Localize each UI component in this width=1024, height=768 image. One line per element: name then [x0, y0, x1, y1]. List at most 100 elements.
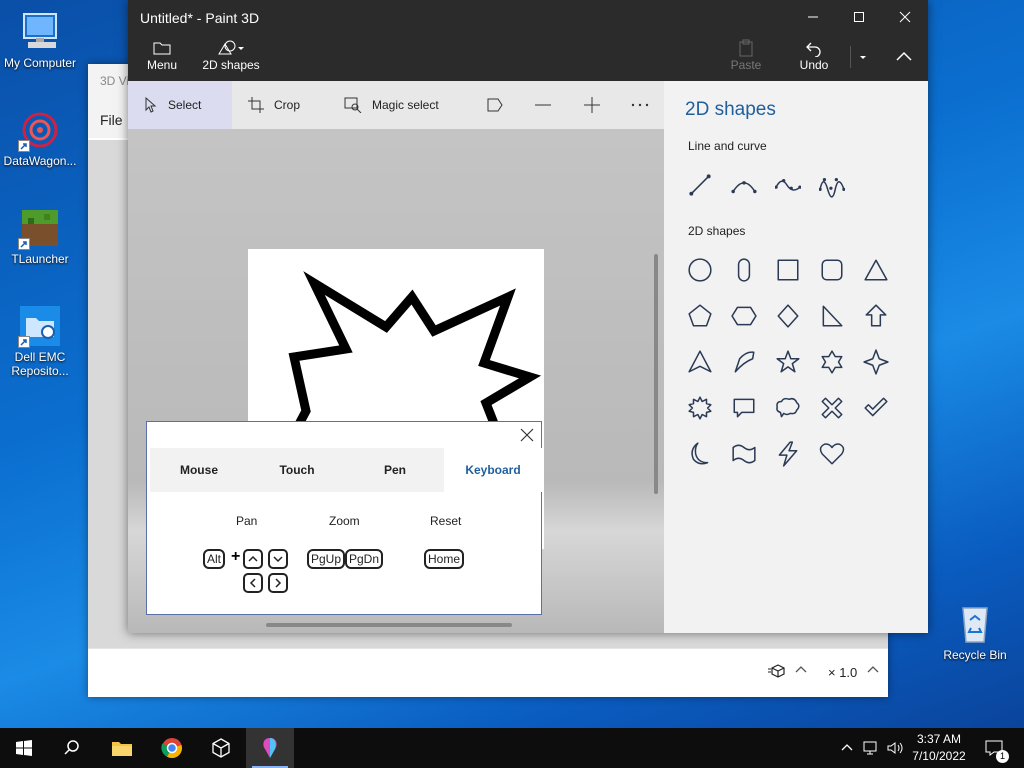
- pentagon-icon[interactable]: [682, 298, 718, 334]
- more-undo-dropdown[interactable]: [850, 46, 875, 68]
- heart-icon[interactable]: [814, 436, 850, 472]
- window-title: Untitled* - Paint 3D: [140, 10, 260, 26]
- star5-icon[interactable]: [770, 344, 806, 380]
- banner-icon[interactable]: [726, 436, 762, 472]
- tab-keyboard[interactable]: Keyboard: [444, 448, 542, 492]
- thought-bubble-icon[interactable]: [770, 390, 806, 426]
- desktop-icon-tlauncher[interactable]: TLauncher: [0, 206, 80, 266]
- star4-icon[interactable]: [858, 344, 894, 380]
- magic-select-tool[interactable]: Magic select: [344, 81, 439, 129]
- minimize-button[interactable]: [790, 0, 836, 34]
- arrow-up-icon[interactable]: [858, 298, 894, 334]
- background-window-title: 3D Vi: [100, 74, 130, 88]
- horizontal-scrollbar[interactable]: [266, 623, 512, 627]
- arrow-right-key-icon: [268, 573, 288, 593]
- triangle-icon[interactable]: [858, 252, 894, 288]
- search-button[interactable]: [48, 728, 96, 768]
- hexagon-icon[interactable]: [726, 298, 762, 334]
- crop-tool[interactable]: Crop: [248, 81, 300, 129]
- collapse-ribbon-button[interactable]: [892, 46, 916, 73]
- square-icon[interactable]: [770, 252, 806, 288]
- zoom-level: × 1.0: [828, 665, 858, 680]
- help-tabs: Mouse Touch Pen Keyboard: [150, 448, 542, 492]
- close-icon[interactable]: [517, 425, 537, 445]
- diamond-icon[interactable]: [770, 298, 806, 334]
- maximize-button[interactable]: [836, 0, 882, 34]
- section-2d-shapes: 2D shapes: [688, 224, 746, 238]
- curve-icon[interactable]: [726, 167, 762, 203]
- tab-touch[interactable]: Touch: [248, 448, 346, 492]
- datawagon-icon: [18, 108, 62, 152]
- desktop-icon-dell-emc[interactable]: Dell EMC Reposito...: [0, 304, 80, 378]
- chevron-up-icon[interactable]: [794, 663, 808, 682]
- volume-icon[interactable]: [886, 728, 904, 768]
- file-explorer-button[interactable]: [98, 728, 146, 768]
- undo-button[interactable]: Undo: [798, 38, 830, 72]
- moon-icon[interactable]: [682, 436, 718, 472]
- clock-time: 3:37 AM: [916, 732, 962, 746]
- 3d-viewer-button[interactable]: [197, 728, 245, 768]
- clock-date: 7/10/2022: [912, 749, 966, 763]
- arrow-up-key-icon: [243, 549, 263, 569]
- reset-label: Reset: [430, 514, 462, 528]
- taskbar: 3:37 AM 7/10/2022 1: [0, 728, 1024, 768]
- vertical-scrollbar[interactable]: [654, 254, 658, 494]
- x-icon[interactable]: [814, 390, 850, 426]
- star6-icon[interactable]: [814, 344, 850, 380]
- file-menu[interactable]: File: [100, 112, 123, 128]
- chrome-button[interactable]: [148, 728, 196, 768]
- undo-icon: [798, 38, 830, 58]
- chevron-triangle-icon[interactable]: [682, 344, 718, 380]
- circle-icon[interactable]: [682, 252, 718, 288]
- network-icon[interactable]: [862, 728, 880, 768]
- pill-icon[interactable]: [726, 252, 762, 288]
- menu-button[interactable]: Menu: [146, 38, 178, 72]
- s-curve-icon[interactable]: [770, 167, 806, 203]
- zoom-in-button[interactable]: [583, 81, 611, 129]
- dell-emc-folder-icon: [18, 304, 62, 348]
- sticker-tool[interactable]: [486, 81, 514, 129]
- close-button[interactable]: [882, 0, 928, 34]
- system-clock[interactable]: 3:37 AM 7/10/2022: [906, 731, 972, 765]
- desktop-icon-recycle-bin[interactable]: Recycle Bin: [935, 602, 1015, 662]
- cursor-icon: [145, 97, 157, 113]
- paint3d-icon: [263, 738, 277, 758]
- magic-select-icon: [344, 97, 362, 113]
- arrow-down-key-icon: [268, 549, 288, 569]
- select-tool[interactable]: Select: [128, 81, 232, 129]
- chrome-icon: [161, 738, 182, 759]
- line-icon[interactable]: [682, 167, 718, 203]
- tab-mouse[interactable]: Mouse: [150, 448, 248, 492]
- shapes-icon: [202, 38, 260, 58]
- notification-badge: 1: [996, 750, 1009, 763]
- action-center-button[interactable]: 1: [982, 728, 1009, 768]
- chevron-up-icon[interactable]: [866, 663, 880, 682]
- wave-icon[interactable]: [814, 167, 850, 203]
- paint3d-titlebar: Untitled* - Paint 3D Menu 2D shapes Past…: [128, 0, 928, 81]
- zoom-out-button[interactable]: [534, 81, 562, 129]
- burst-icon[interactable]: [682, 390, 718, 426]
- more-options-button[interactable]: [631, 81, 659, 129]
- navigation-help-dialog: Mouse Touch Pen Keyboard Pan Zoom Reset …: [146, 421, 542, 615]
- clipboard-icon: [730, 38, 762, 58]
- 3d-view-icon[interactable]: [768, 663, 788, 684]
- lightning-icon[interactable]: [770, 436, 806, 472]
- search-icon: [64, 740, 79, 755]
- desktop-icon-datawagon[interactable]: DataWagon...: [0, 108, 80, 168]
- pan-label: Pan: [236, 514, 258, 528]
- ellipsis-icon: [631, 103, 649, 107]
- start-button[interactable]: [0, 728, 48, 768]
- quarter-circle-icon[interactable]: [726, 344, 762, 380]
- checkmark-icon[interactable]: [858, 390, 894, 426]
- right-triangle-icon[interactable]: [814, 298, 850, 334]
- tab-pen[interactable]: Pen: [346, 448, 444, 492]
- desktop-icon-my-computer[interactable]: My Computer: [0, 10, 80, 70]
- rounded-square-icon[interactable]: [814, 252, 850, 288]
- paste-button[interactable]: Paste: [730, 38, 762, 72]
- paint3d-button[interactable]: [246, 728, 294, 768]
- speech-bubble-icon[interactable]: [726, 390, 762, 426]
- arrow-left-key-icon: [243, 573, 263, 593]
- show-hidden-icons[interactable]: [840, 728, 854, 768]
- 2d-shapes-button[interactable]: 2D shapes: [202, 38, 260, 72]
- home-key: Home: [424, 549, 465, 569]
